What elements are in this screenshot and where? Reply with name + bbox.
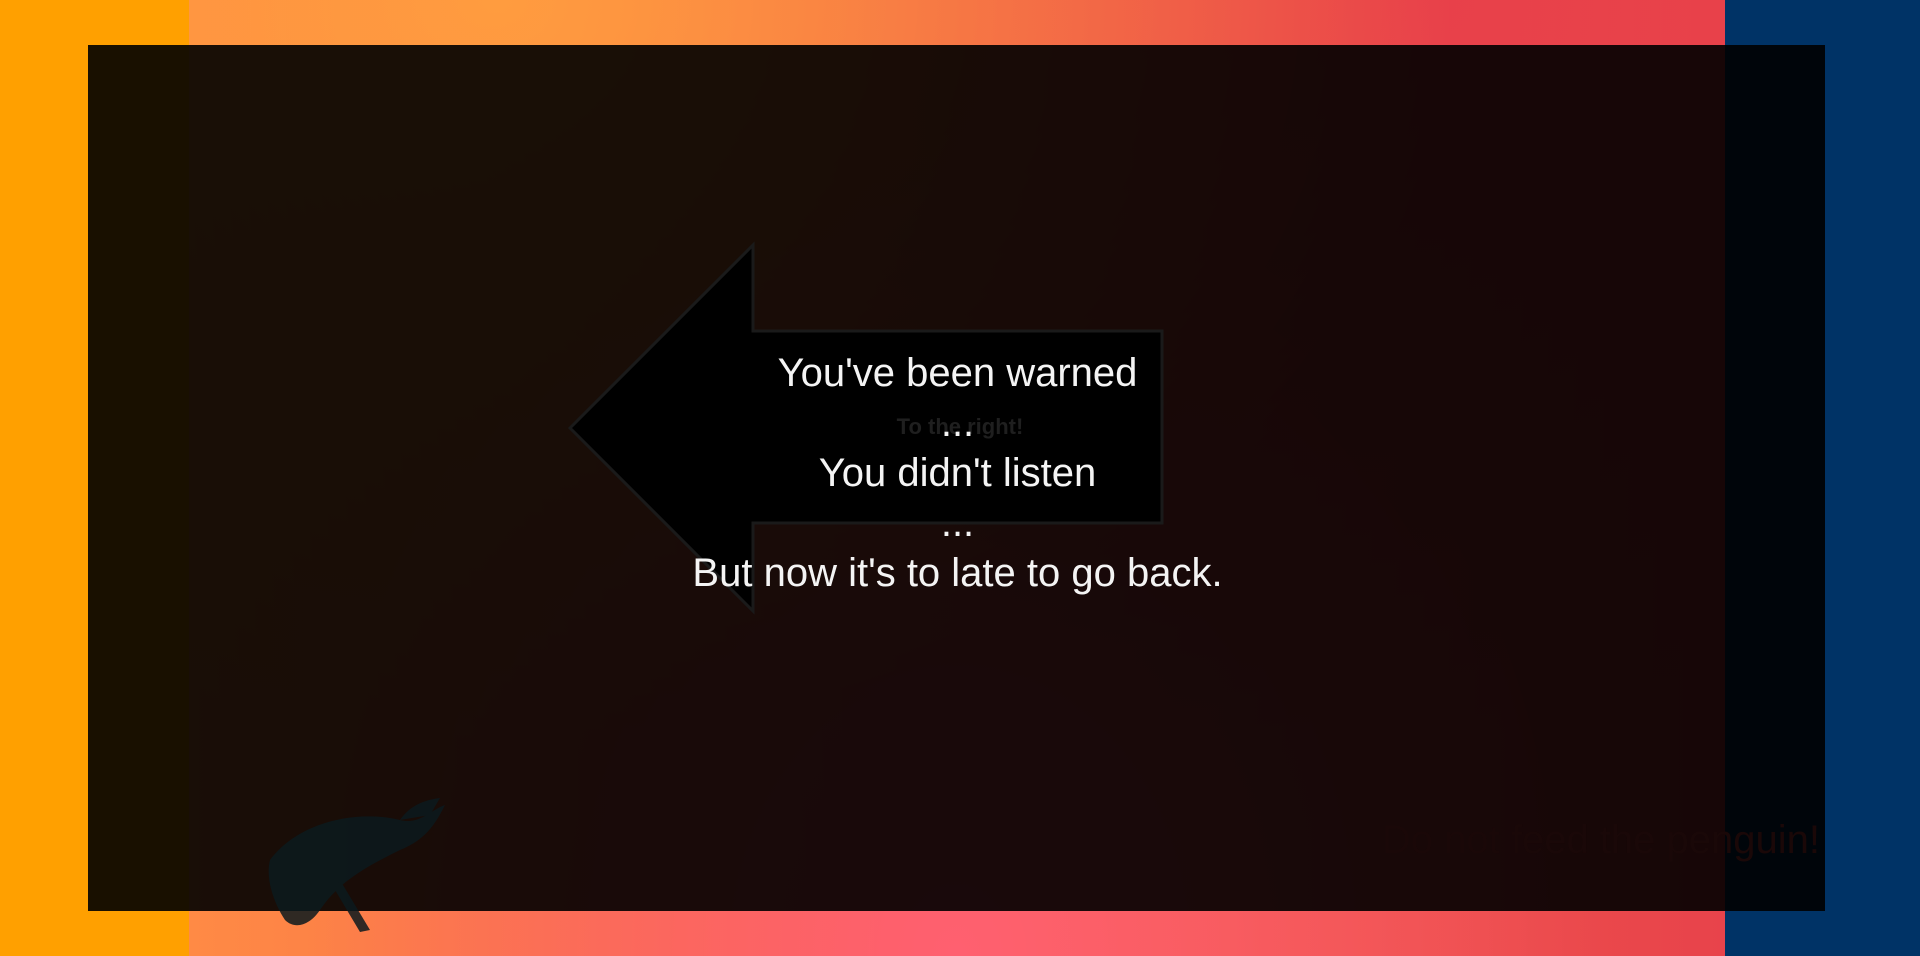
penguin-warning-text: Do not feed the penguin!	[1381, 818, 1820, 862]
message-line: ...	[940, 401, 975, 445]
penguin-icon	[268, 798, 445, 932]
warning-message: You've been warned ... You didn't listen…	[560, 348, 1355, 598]
message-line: ...	[940, 501, 975, 545]
message-line: You've been warned	[777, 351, 1138, 395]
message-line: You didn't listen	[818, 451, 1097, 495]
message-line: But now it's to late to go back.	[692, 551, 1223, 595]
